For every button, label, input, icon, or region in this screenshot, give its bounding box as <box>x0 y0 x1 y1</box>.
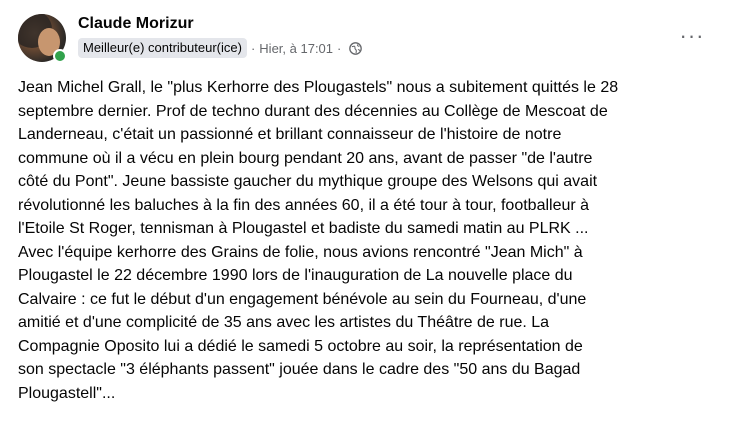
contributor-badge[interactable]: Meilleur(e) contributeur(ice) <box>78 38 247 58</box>
meta-separator: · <box>250 40 256 56</box>
globe-icon <box>349 41 363 55</box>
more-options-icon: ··· <box>679 23 705 48</box>
post-card: Claude Morizur Meilleur(e) contributeur(… <box>0 0 732 433</box>
post-meta: Meilleur(e) contributeur(ice) · Hier, à … <box>78 38 363 58</box>
online-status-dot <box>53 49 67 63</box>
avatar-container[interactable] <box>18 14 67 63</box>
post-timestamp[interactable]: Hier, à 17:01 <box>259 41 333 56</box>
author-name[interactable]: Claude Morizur <box>78 14 194 34</box>
more-options-button[interactable]: ··· <box>674 23 710 48</box>
post-text: Jean Michel Grall, le "plus Kerhorre des… <box>18 79 619 402</box>
meta-separator-2: · <box>337 40 342 56</box>
